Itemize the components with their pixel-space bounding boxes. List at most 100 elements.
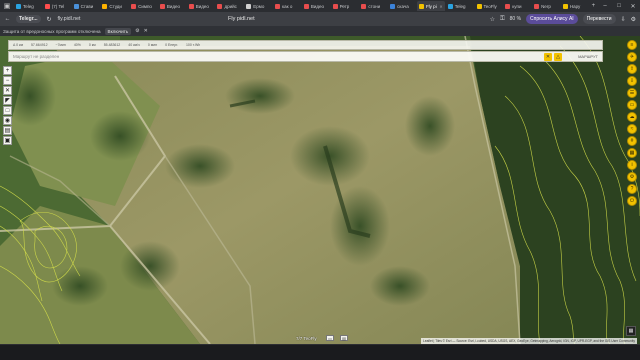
close-window-icon[interactable]: ✕ [626,0,640,12]
downloads-icon[interactable]: ⇩ [621,16,626,23]
list-icon[interactable]: ☰ [627,88,637,98]
tab-favicon-icon [131,3,137,9]
browser-tab[interactable]: как о [273,1,301,11]
zoom-level[interactable]: 80 % [510,16,521,22]
tab-label: Ермо [253,3,265,9]
site-chip[interactable]: Telegr... [16,15,41,23]
tab-favicon-icon [275,3,281,9]
layer-switch-icon[interactable]: ▦ [626,326,636,336]
route-bar[interactable]: Маршрут не разделен ✕ △ МАРШРУТ [8,51,603,62]
browser-tab[interactable]: TeoFly [475,1,503,11]
tab-label: Видео [195,3,209,9]
grid-icon[interactable]: # [627,136,637,146]
security-warning-bar: Защита от вредоносных программ отключена… [0,26,640,36]
address-bar: ← Telegr... ↻ fly.pidl.net Fly pidl.net … [0,12,640,26]
camera-icon[interactable]: ▭ [326,335,334,341]
os-taskbar [0,344,640,360]
browser-tab[interactable]: Стави [72,1,100,11]
browser-tab[interactable]: Ермо [244,1,272,11]
new-tab-icon[interactable]: + [590,1,597,11]
print-icon[interactable]: ▤ [3,126,12,135]
url-host[interactable]: fly.pidl.net [58,16,81,22]
browser-tab[interactable]: Видео [158,1,186,11]
layers-icon[interactable]: □ [3,106,12,115]
browser-tab[interactable]: дрийс [215,1,243,11]
browser-tab[interactable]: Ретр [331,1,359,11]
locate-icon[interactable]: ◤ [3,96,12,105]
tab-label: Симпо [138,3,152,9]
wind-icon[interactable]: ≈ [627,124,637,134]
browser-tab[interactable]: Видео [187,1,215,11]
tab-label: Teleg [23,3,34,9]
info-value: Δ 0 км [13,43,23,47]
upload-icon[interactable]: ⇧ [627,64,637,74]
browser-tab[interactable]: Видео [302,1,330,11]
browser-tab[interactable]: Teleg [446,1,474,11]
tab-label: Fly pi [425,3,437,9]
screen: ▣ Teleg (7) Tel Стави Студи Симпо Видео Видео д… [0,0,640,360]
browser-tab[interactable]: Симпо [129,1,157,11]
fullscreen-icon[interactable]: ▣ [3,136,12,145]
clear-route-icon[interactable]: ✕ [544,53,552,61]
address-actions: ☆ ⚿ 80 % Спросить Алису AI Перевести ⇩ ⚙ [490,14,636,24]
tab-label: купи [512,3,522,9]
browser-tab[interactable]: Студи [100,1,128,11]
browser-tab[interactable]: Nerp [532,1,560,11]
browser-tab-bar: ▣ Teleg (7) Tel Стави Студи Симпо Видео Видео д… [0,0,640,12]
tab-favicon-icon [390,3,396,9]
browser-tab[interactable]: купи [503,1,531,11]
folder-icon[interactable]: ▭ [627,100,637,110]
back-icon[interactable]: ← [3,16,12,22]
window-controls: – □ ✕ [598,0,640,12]
browser-tab[interactable]: (7) Tel [43,1,71,11]
tab-favicon-icon [303,3,309,9]
route-label[interactable]: МАРШРУТ [578,54,598,59]
screenshot-icon[interactable]: ▤ [340,335,348,341]
browser-menu-icon[interactable]: ▣ [0,0,14,12]
power-icon[interactable]: ⏻ [627,196,637,206]
tab-label: дрийс [224,3,237,9]
menu-icon[interactable]: ≡ [627,40,637,50]
tab-label: стони [368,3,381,9]
tab-favicon-icon [332,3,338,9]
close-tab-icon[interactable]: ✕ [439,4,442,9]
tab-favicon-icon [73,3,79,9]
tab-favicon-icon [505,3,511,9]
browser-tab[interactable]: Нару [561,1,589,11]
zoom-out-icon[interactable]: − [3,76,12,85]
maximize-icon[interactable]: □ [612,0,626,12]
warning-icon[interactable]: △ [554,53,562,61]
settings-icon[interactable]: ⚙ [627,172,637,182]
enable-protection-button[interactable]: Включить [104,27,132,35]
info-icon[interactable]: i [627,160,637,170]
measure-icon[interactable]: ✕ [3,86,12,95]
info-value: 0 Eнерг. [165,43,178,47]
info-value: 40 км/ч [128,43,140,47]
ask-alice-button[interactable]: Спросить Алису AI [526,14,578,24]
map-viewport[interactable]: Δ 0 км 57.664912 ~7мин 40% 0 км 55.483612 40 к… [0,36,640,344]
minimize-icon[interactable]: – [598,0,612,12]
translate-button[interactable]: Перевести [582,14,616,24]
browser-tab[interactable]: Teleg [14,1,42,11]
key-icon[interactable]: ⚿ [500,16,505,23]
tab-label: Нару [569,3,581,9]
pin-icon[interactable]: ◉ [3,116,12,125]
settings-icon[interactable]: ⚙ [135,28,139,34]
close-warning-icon[interactable]: ✕ [144,28,148,34]
help-icon[interactable]: ? [627,184,637,194]
browser-tab[interactable]: стони [359,1,387,11]
tab-label: Ретр [339,3,350,9]
extensions-icon[interactable]: ⚙ [631,16,636,23]
weather-icon[interactable]: ☁ [627,112,637,122]
reload-icon[interactable]: ↻ [45,16,54,23]
plane-icon[interactable]: ✈ [627,52,637,62]
browser-tab[interactable]: Fly pi ✕ [416,1,445,11]
download-icon[interactable]: ⇩ [627,76,637,86]
zoom-in-icon[interactable]: + [3,66,12,75]
browser-tab[interactable]: скача [388,1,416,11]
tab-favicon-icon [418,3,424,9]
map-left-toolbar: + − ✕ ◤ □ ◉ ▤ ▣ [3,66,12,145]
bookmark-icon[interactable]: ☆ [490,16,495,23]
info-value: ~7мин [55,43,66,47]
calculator-icon[interactable]: ▦ [627,148,637,158]
